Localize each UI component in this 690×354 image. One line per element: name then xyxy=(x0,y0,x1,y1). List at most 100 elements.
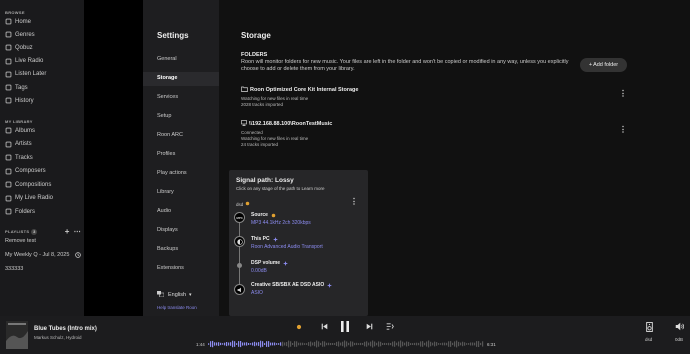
page-title: Storage xyxy=(241,31,271,40)
folder-count: 2028 tracks imported xyxy=(241,102,284,107)
sidebar-item[interactable]: Tracks xyxy=(5,152,81,163)
folders-description: Roon will monitor folders for new music.… xyxy=(241,59,569,72)
signal-stage-label[interactable]: Source xyxy=(251,212,276,218)
settings-nav-item[interactable]: Displays xyxy=(157,227,178,233)
signal-stage-label[interactable]: Creative SB/SBX AE DSD ASIO xyxy=(251,282,333,288)
next-icon[interactable] xyxy=(366,323,373,330)
pause-button[interactable] xyxy=(340,321,350,332)
add-folder-button[interactable]: + Add folder xyxy=(580,58,627,72)
stage-dsp-label: DSP volume xyxy=(251,260,281,266)
settings-nav-item[interactable]: Services xyxy=(157,94,178,100)
dsp-node-icon[interactable] xyxy=(237,263,242,268)
playlists-count-badge: 3 xyxy=(31,228,38,235)
folder-count: 24 tracks imported xyxy=(241,142,279,147)
zone-speaker-icon[interactable] xyxy=(646,322,653,332)
sidebar-item[interactable]: History xyxy=(5,95,81,106)
sidebar-item-label: Qobuz xyxy=(15,44,33,51)
stage-pc-label: This PC xyxy=(251,236,270,242)
language-label: English xyxy=(168,292,187,298)
signal-stage-value[interactable]: ASIO xyxy=(251,290,263,296)
settings-title: Settings xyxy=(157,31,189,40)
playlist-item[interactable]: Remove test xyxy=(5,238,36,244)
settings-nav-item[interactable]: General xyxy=(157,56,177,62)
zone-label: dsd xyxy=(236,201,244,207)
source-node-icon[interactable]: MP3 xyxy=(234,212,245,223)
settings-nav-item[interactable]: Backups xyxy=(157,246,178,252)
track-artist[interactable]: Markus Schulz, Hydroid xyxy=(34,335,82,340)
signal-stage-label[interactable]: DSP volume xyxy=(251,260,289,266)
pc-node-icon[interactable] xyxy=(234,236,245,247)
settings-nav-item[interactable]: Audio xyxy=(157,208,171,214)
folder-menu-icon[interactable]: ⋮ xyxy=(619,90,627,98)
sidebar-item[interactable]: Albums xyxy=(5,125,81,136)
sidebar-item-label: Tracks xyxy=(15,154,33,161)
previous-icon[interactable] xyxy=(321,323,328,330)
sidebar-item[interactable]: Live Radio xyxy=(5,56,81,67)
settings-nav-item[interactable]: Storage xyxy=(157,75,177,81)
settings-nav-item[interactable]: Roon ARC xyxy=(157,132,183,138)
volume-level: 0dB xyxy=(675,337,684,342)
settings-nav-item[interactable]: Library xyxy=(157,189,174,195)
signal-path-connector xyxy=(239,222,240,290)
sidebar-item-label: My Live Radio xyxy=(15,195,54,201)
language-selector[interactable]: English ▾ xyxy=(157,291,192,299)
history-icon xyxy=(5,97,12,104)
settings-nav-item[interactable]: Setup xyxy=(157,113,171,119)
composer-icon xyxy=(5,168,12,175)
folder-icon xyxy=(241,86,248,94)
sidebar-item-label: Compositions xyxy=(15,181,52,188)
lossy-quality-dot-icon xyxy=(245,201,250,207)
sidebar-item-label: History xyxy=(15,97,34,104)
folder-name-label: \\192.168.88.100\RoonTestMusic xyxy=(249,121,333,127)
radio-icon xyxy=(5,58,12,65)
playlists-header: PLAYLISTS 3 + ⋯ xyxy=(5,227,81,236)
speaker-node-icon[interactable] xyxy=(234,284,245,295)
sidebar-item[interactable]: Genres xyxy=(5,29,81,40)
volume-icon[interactable] xyxy=(675,322,684,331)
qobuz-icon xyxy=(5,44,12,51)
signal-path-menu-icon[interactable]: ⋮ xyxy=(350,198,358,206)
sidebar-item[interactable]: Folders xyxy=(5,206,81,217)
sidebar-item-label: Home xyxy=(15,18,32,25)
chevron-down-icon: ▾ xyxy=(189,292,192,298)
signal-stage-value[interactable]: MP3 44.1kHz 2ch 320kbps xyxy=(251,220,311,226)
folder-menu-icon[interactable]: ⋮ xyxy=(619,126,627,134)
network-folder-icon xyxy=(241,120,247,128)
folder-name: Roon Optimized Core Kit Internal Storage xyxy=(241,86,358,94)
signal-stage-label[interactable]: This PC xyxy=(251,236,278,242)
add-playlist-icon[interactable]: + xyxy=(65,227,70,236)
sidebar-item[interactable]: Composers xyxy=(5,166,81,177)
playlist-item[interactable]: My Weekly Q - Jul 8, 2025 xyxy=(5,252,81,260)
add-folder-label: Add folder xyxy=(593,62,619,68)
zone-name[interactable]: dsd xyxy=(645,337,652,342)
track-title[interactable]: Blue Tubes (Intro mix) xyxy=(34,326,97,332)
plus-icon: + xyxy=(588,62,593,68)
album-art[interactable] xyxy=(6,321,28,349)
sidebar-item[interactable]: Artists xyxy=(5,139,81,150)
radio-icon[interactable] xyxy=(386,323,394,330)
seek-waveform[interactable] xyxy=(208,340,484,348)
sidebar-item[interactable]: Listen Later xyxy=(5,69,81,80)
signal-quality-icon[interactable] xyxy=(296,324,302,330)
folder-status: Watching for new files in real time xyxy=(241,136,309,141)
settings-nav-item[interactable]: Profiles xyxy=(157,151,175,157)
sidebar-item[interactable]: Qobuz xyxy=(5,42,81,53)
sidebar-item[interactable]: Tags xyxy=(5,82,81,93)
settings-nav-item[interactable]: Play actions xyxy=(157,170,187,176)
more-icon[interactable]: ⋯ xyxy=(74,228,81,236)
sidebar-item[interactable]: My Live Radio xyxy=(5,193,81,204)
sidebar-item[interactable]: Compositions xyxy=(5,179,81,190)
sidebar-item-label: Composers xyxy=(15,168,46,174)
timer-icon xyxy=(75,252,81,260)
help-translate-link[interactable]: Help translate Roon xyxy=(157,305,197,310)
signal-stage-value[interactable]: 0.00dB xyxy=(251,268,267,274)
stage-device-label: Creative SB/SBX AE DSD ASIO xyxy=(251,282,325,288)
settings-nav-item[interactable]: Extensions xyxy=(157,265,184,271)
sidebar-item-label: Tags xyxy=(15,84,28,91)
playlist-item[interactable]: 333333 xyxy=(5,266,23,272)
stage-source-label: Source xyxy=(251,212,268,218)
sidebar-item-label: Artists xyxy=(15,141,32,147)
album-icon xyxy=(5,127,12,134)
sidebar-item[interactable]: Home xyxy=(5,16,81,27)
signal-stage-value[interactable]: Roon Advanced Audio Transport xyxy=(251,244,323,250)
